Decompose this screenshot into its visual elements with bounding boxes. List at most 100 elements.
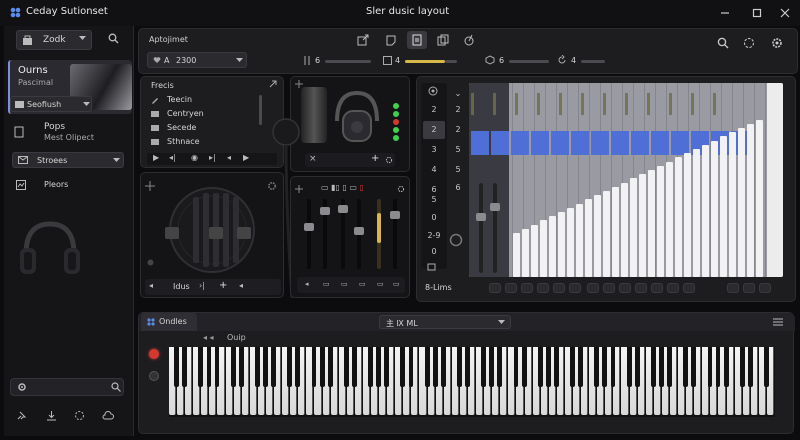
fader-handle[interactable] [338,205,348,213]
piano-black-key[interactable] [537,347,543,387]
pattern-button[interactable] [553,283,565,293]
row-number[interactable]: 6 [423,185,445,194]
plugin-icon[interactable] [743,37,755,49]
velocity-bar[interactable] [684,153,691,277]
export-icon[interactable] [357,34,369,46]
pattern-button[interactable] [521,283,533,293]
expand-icon[interactable] [269,80,277,88]
velocity-bar[interactable] [585,199,592,277]
piano-black-key[interactable] [319,347,325,387]
step-icon[interactable]: ›| [199,281,205,290]
meter1-slider[interactable] [325,60,371,63]
channel-button[interactable]: ▭ [359,280,366,288]
row-number[interactable]: 6 [447,183,469,192]
maximize-icon[interactable] [750,6,764,20]
piano-black-key[interactable] [521,347,527,387]
pattern-button[interactable] [569,283,581,293]
pattern-button[interactable] [489,283,501,293]
fader-handle[interactable] [390,211,400,219]
velocity-bar[interactable] [612,186,619,277]
piano-black-key[interactable] [659,347,664,387]
piano-black-key[interactable] [343,347,349,387]
velocity-bar[interactable] [720,136,727,277]
library-selector[interactable]: Zodk [16,30,92,50]
piano-black-key[interactable] [489,347,495,387]
piano-black-key[interactable] [513,347,519,387]
piano-black-key[interactable] [578,347,584,387]
browser-scrollbar[interactable] [259,95,262,125]
piano-black-key[interactable] [626,347,632,387]
velocity-bar[interactable] [594,195,601,277]
row-number[interactable]: 4 [423,165,445,174]
row-number[interactable]: 2 [423,105,445,114]
piano-black-key[interactable] [198,347,204,387]
piano-black-key[interactable] [667,347,672,387]
sidebar-item-pops[interactable]: Pops Mest Olipect [12,122,128,146]
sidebar-search-bar[interactable] [10,378,124,396]
piano-keyboard[interactable] [169,347,775,417]
piano-black-key[interactable] [206,347,212,387]
velocity-bar[interactable] [522,228,529,277]
record-icon[interactable]: ◉ [191,153,198,162]
pattern-button[interactable] [743,283,755,293]
piano-black-key[interactable] [238,347,244,387]
piano-black-key[interactable] [214,347,220,387]
piano-black-key[interactable] [739,347,745,387]
minimize-icon[interactable] [718,6,732,20]
meter2-slider[interactable] [405,60,445,63]
piano-black-key[interactable] [424,347,430,387]
velocity-bar[interactable] [513,233,520,277]
add-icon[interactable]: + [371,153,379,164]
sidebar-item-stroees[interactable]: Stroees [12,152,124,168]
browser-item[interactable]: Teecin [147,93,271,107]
search-icon[interactable] [108,33,119,44]
piano-black-key[interactable] [440,347,446,387]
piano-black-key[interactable] [570,347,576,387]
mute-button[interactable]: ◂ [305,280,309,288]
velocity-bar[interactable] [711,140,718,277]
settings-gear-icon[interactable] [771,37,783,49]
velocity-bar[interactable] [702,144,709,277]
gear-icon[interactable] [385,156,393,164]
row-number[interactable]: 5 [423,195,445,204]
velocity-bar[interactable] [549,216,556,277]
pattern-button[interactable] [619,283,631,293]
row-number[interactable]: 2 [447,125,469,134]
gear-icon[interactable] [397,185,405,193]
piano-black-key[interactable] [691,347,697,387]
fader-handle[interactable] [354,227,364,235]
row-number[interactable]: 2 [447,105,469,114]
prev-icon[interactable]: ◂ [149,281,153,290]
piano-black-key[interactable] [230,347,236,387]
pattern-button[interactable] [603,283,615,293]
grid-fader-handle[interactable] [490,203,500,211]
velocity-bar[interactable] [738,128,745,277]
piano-black-key[interactable] [368,347,374,387]
piano-black-key[interactable] [465,347,470,387]
plugin-icon[interactable] [74,410,85,421]
velocity-bar[interactable] [657,165,664,277]
forward-icon[interactable]: ▶ [243,153,249,162]
velocity-bar[interactable] [756,119,763,277]
piano-black-key[interactable] [255,347,260,387]
piano-black-key[interactable] [263,347,268,387]
piano-black-key[interactable] [384,347,390,387]
piano-black-key[interactable] [747,347,753,387]
piano-black-key[interactable] [400,347,406,387]
close-icon[interactable]: × [309,154,317,164]
mouse-icon[interactable] [427,263,437,271]
nav-arrows-icon[interactable]: ◂ ◂ [203,333,214,342]
channel-button[interactable]: ▭ [393,280,400,288]
piano-black-key[interactable] [481,347,487,387]
piano-black-key[interactable] [715,347,721,387]
add-icon[interactable]: + [219,280,227,291]
metronome-icon[interactable] [463,34,475,46]
velocity-bar[interactable] [603,191,610,277]
pattern-button[interactable] [635,283,647,293]
document-edit-icon[interactable] [411,34,423,46]
channel-button[interactable]: ▭ [341,280,348,288]
velocity-bar[interactable] [540,220,547,277]
browser-item[interactable]: Centryen [147,107,271,121]
piano-black-key[interactable] [723,347,729,387]
browser-item[interactable]: Sthnace [147,135,271,149]
